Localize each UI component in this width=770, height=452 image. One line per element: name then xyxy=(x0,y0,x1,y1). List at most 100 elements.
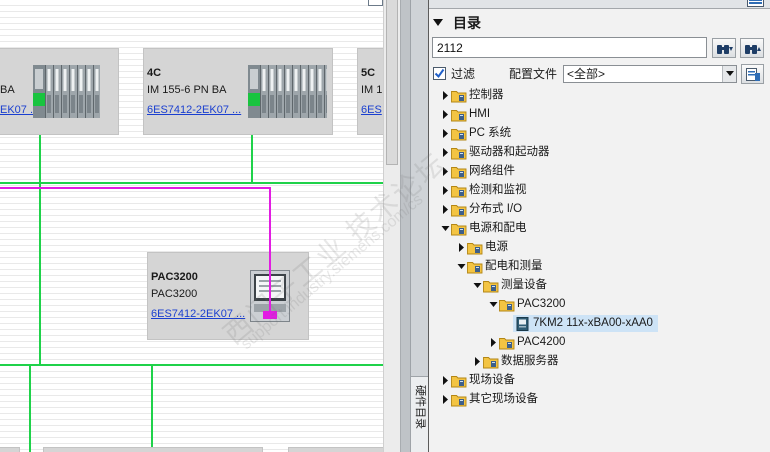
catalog-folder-item[interactable]: 电源 xyxy=(429,238,770,257)
tree-item-content[interactable]: 检测和监视 xyxy=(451,182,527,199)
search-input[interactable] xyxy=(432,37,707,58)
profinet-line[interactable] xyxy=(151,365,153,452)
tree-item-content[interactable]: PC 系统 xyxy=(451,125,511,142)
device-box[interactable] xyxy=(288,447,383,452)
tree-item-label: 分布式 I/O xyxy=(469,203,523,215)
folder-icon xyxy=(451,222,469,236)
filter-checkbox[interactable] xyxy=(433,67,446,80)
collapsed-arrow-icon[interactable] xyxy=(441,143,451,162)
catalog-folder-item[interactable]: 现场设备 xyxy=(429,371,770,390)
network-view[interactable]: BA EK07 ... 4C IM 155-6 PN BA 6ES7412-2E… xyxy=(0,0,383,452)
panel-layout-icon[interactable] xyxy=(745,0,766,8)
scrollbar-thumb[interactable] xyxy=(386,0,398,165)
vertical-scrollbar[interactable] xyxy=(383,0,400,452)
collapsed-arrow-icon[interactable] xyxy=(441,200,451,219)
panel-splitter[interactable] xyxy=(400,0,410,452)
profile-select[interactable]: <全部> xyxy=(563,65,737,83)
device-box[interactable]: 4C IM 155-6 PN BA 6ES7412-2EK07 ... xyxy=(143,48,333,135)
catalog-folder-item[interactable]: 其它现场设备 xyxy=(429,390,770,409)
catalog-folder-item[interactable]: 控制器 xyxy=(429,86,770,105)
profinet-line[interactable] xyxy=(251,135,253,184)
tree-item-label: 7KM2 11x-xBA00-xAA0 xyxy=(533,317,653,329)
search-down-button[interactable] xyxy=(712,38,736,58)
expanded-arrow-icon[interactable] xyxy=(457,257,467,276)
selected-tree-item[interactable]: 7KM2 11x-xBA00-xAA0 xyxy=(513,315,658,332)
device-order-link[interactable]: 6ES7412-2EK07 ... xyxy=(147,104,241,117)
tree-item-content[interactable]: 分布式 I/O xyxy=(451,201,522,218)
catalog-folder-item[interactable]: 数据服务器 xyxy=(429,352,770,371)
collapsed-arrow-icon[interactable] xyxy=(441,390,451,409)
panel-toolbar xyxy=(429,0,770,9)
profinet-line[interactable] xyxy=(39,135,41,366)
device-box[interactable] xyxy=(0,447,20,452)
device-box[interactable]: 5C IM 1 6ES xyxy=(357,48,383,135)
catalog-folder-item[interactable]: 驱动器和起动器 xyxy=(429,143,770,162)
tree-item-content[interactable]: 现场设备 xyxy=(451,372,515,389)
catalog-title: 目录 xyxy=(453,15,481,31)
collapsed-arrow-icon[interactable] xyxy=(441,162,451,181)
tree-item-content[interactable]: 配电和测量 xyxy=(467,258,543,275)
collapse-arrow-icon[interactable] xyxy=(433,18,443,27)
dropdown-button[interactable] xyxy=(722,66,736,82)
folder-icon xyxy=(499,336,517,350)
tree-item-content[interactable]: 驱动器和起动器 xyxy=(451,144,550,161)
profile-label: 配置文件 xyxy=(509,67,558,81)
folder-icon xyxy=(451,89,469,103)
profinet-line[interactable] xyxy=(29,365,31,452)
tree-item-content[interactable]: PAC3200 xyxy=(499,296,565,313)
catalog-folder-item[interactable]: PC 系统 xyxy=(429,124,770,143)
catalog-folder-item[interactable]: PAC4200 xyxy=(429,333,770,352)
tree-item-label: 数据服务器 xyxy=(501,355,559,367)
device-box[interactable] xyxy=(43,447,263,452)
connection-line[interactable] xyxy=(0,187,271,189)
tree-item-label: 现场设备 xyxy=(469,374,515,386)
tree-item-content[interactable]: HMI xyxy=(451,106,490,123)
expanded-arrow-icon[interactable] xyxy=(441,219,451,238)
catalog-folder-item[interactable]: 测量设备 xyxy=(429,276,770,295)
expanded-arrow-icon[interactable] xyxy=(489,295,499,314)
tree-item-content[interactable]: 电源 xyxy=(467,239,508,256)
collapsed-arrow-icon[interactable] xyxy=(441,124,451,143)
tree-item-label: PAC4200 xyxy=(517,336,566,348)
tree-item-label: 其它现场设备 xyxy=(469,393,538,405)
tab-hardware-catalog[interactable]: 硬件目录 xyxy=(411,376,428,452)
catalog-folder-item[interactable]: 电源和配电 xyxy=(429,219,770,238)
tree-item-content[interactable]: PAC4200 xyxy=(499,334,565,351)
collapsed-arrow-icon[interactable] xyxy=(441,86,451,105)
device-box[interactable]: BA EK07 ... xyxy=(0,48,119,135)
tree-item-content[interactable]: 其它现场设备 xyxy=(451,391,538,408)
tree-item-label: PAC3200 xyxy=(517,298,566,310)
device-order-link[interactable]: 6ES7412-2EK07 ... xyxy=(151,308,245,321)
window-icon[interactable] xyxy=(368,0,383,6)
collapsed-arrow-icon[interactable] xyxy=(489,333,499,352)
tree-item-content[interactable]: 网络组件 xyxy=(451,163,515,180)
connection-line[interactable] xyxy=(269,187,271,313)
tree-item-content[interactable]: 测量设备 xyxy=(483,277,547,294)
catalog-device-item[interactable]: 7KM2 11x-xBA00-xAA0 xyxy=(429,314,770,333)
collapsed-arrow-icon[interactable] xyxy=(473,352,483,371)
profinet-line[interactable] xyxy=(0,364,383,366)
folder-icon xyxy=(451,203,469,217)
collapsed-arrow-icon[interactable] xyxy=(441,371,451,390)
expanded-arrow-icon[interactable] xyxy=(473,276,483,295)
tree-item-content[interactable]: 控制器 xyxy=(451,87,504,104)
folder-icon xyxy=(483,279,501,293)
collapsed-arrow-icon[interactable] xyxy=(441,105,451,124)
profinet-line[interactable] xyxy=(0,182,383,184)
tree-item-content[interactable]: 数据服务器 xyxy=(483,353,559,370)
device-order-link[interactable]: 6ES xyxy=(361,104,382,117)
profile-select-value: <全部> xyxy=(567,67,606,81)
collapsed-arrow-icon[interactable] xyxy=(441,181,451,200)
catalog-folder-item[interactable]: 分布式 I/O xyxy=(429,200,770,219)
catalog-folder-item[interactable]: HMI xyxy=(429,105,770,124)
device-box[interactable]: PAC3200 PAC3200 6ES7412-2EK07 ... xyxy=(147,252,309,340)
catalog-folder-item[interactable]: 检测和监视 xyxy=(429,181,770,200)
tree-item-label: HMI xyxy=(469,108,491,120)
profile-settings-button[interactable] xyxy=(741,64,764,84)
catalog-folder-item[interactable]: 网络组件 xyxy=(429,162,770,181)
search-up-button[interactable] xyxy=(740,38,764,58)
tree-item-content[interactable]: 电源和配电 xyxy=(451,220,527,237)
catalog-folder-item[interactable]: PAC3200 xyxy=(429,295,770,314)
collapsed-arrow-icon[interactable] xyxy=(457,238,467,257)
catalog-folder-item[interactable]: 配电和测量 xyxy=(429,257,770,276)
